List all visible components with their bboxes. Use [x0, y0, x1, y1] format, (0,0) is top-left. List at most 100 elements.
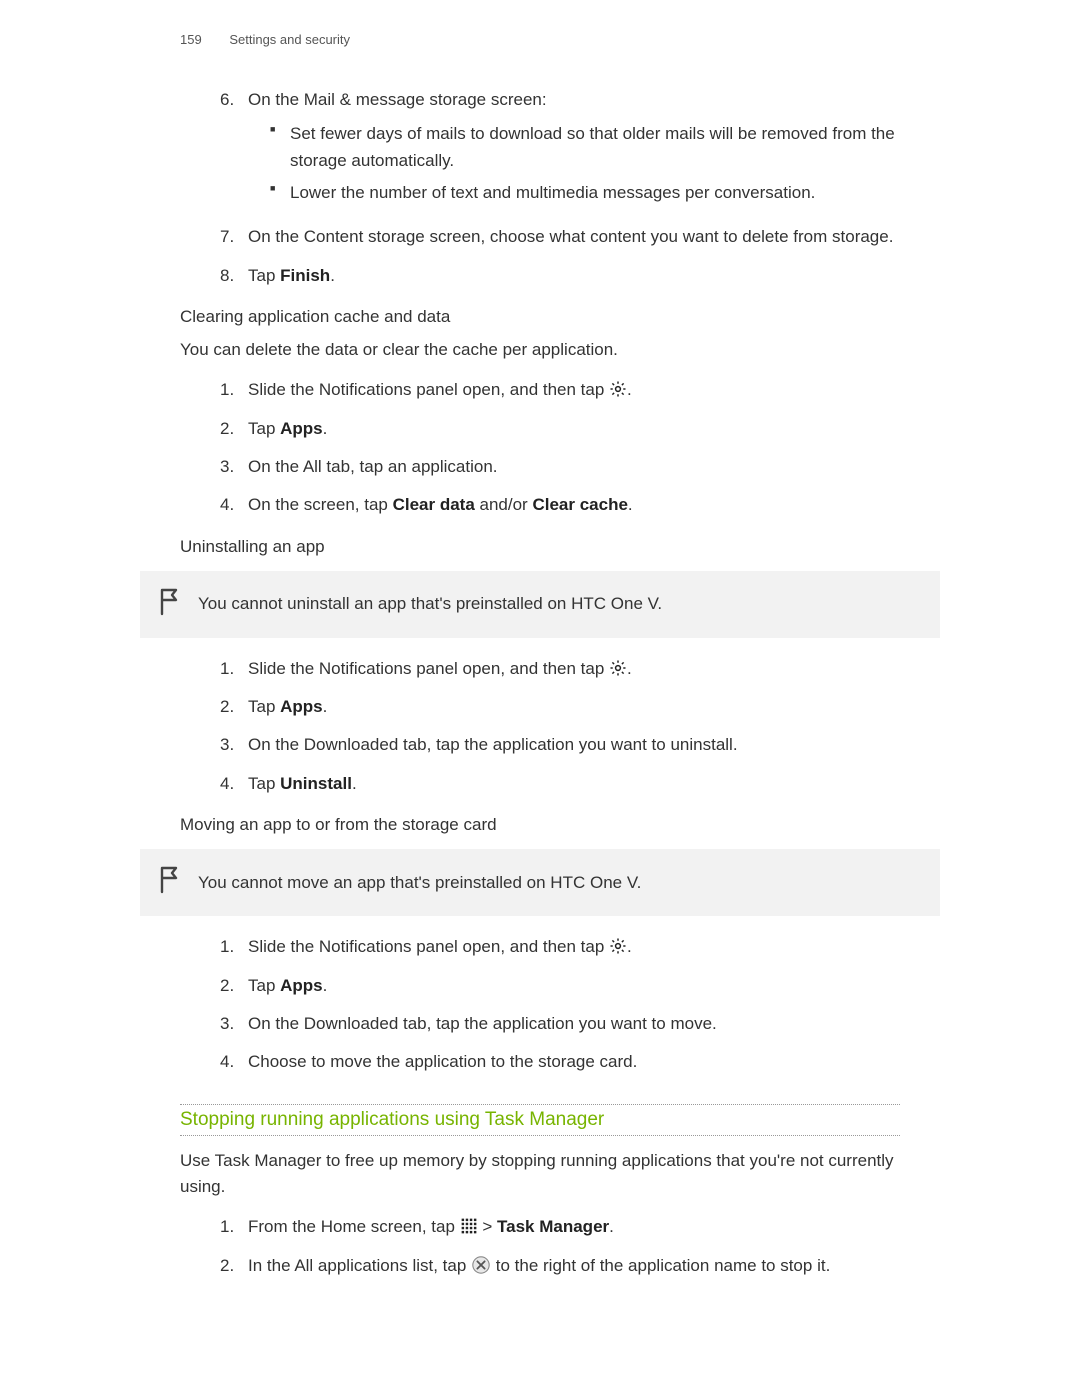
step-4: 4. Choose to move the application to the…	[220, 1049, 900, 1075]
step-1: 1. Slide the Notifications panel open, a…	[220, 656, 900, 682]
step-6-bullets: Set fewer days of mails to download so t…	[270, 121, 900, 206]
step-number: 6.	[220, 87, 248, 212]
step-number: 4.	[220, 1049, 248, 1075]
step-text-post: .	[352, 774, 357, 793]
step-2: 2. Tap Apps.	[220, 694, 900, 720]
subheading-clear-cache: Clearing application cache and data	[180, 307, 900, 327]
step-number: 7.	[220, 224, 248, 250]
step-text-post: .	[323, 419, 328, 438]
step-number: 2.	[220, 1253, 248, 1279]
steps-uninstall: 1. Slide the Notifications panel open, a…	[220, 656, 900, 797]
steps-list-top: 6. On the Mail & message storage screen:…	[220, 87, 900, 289]
flag-icon	[156, 587, 184, 622]
page-number: 159	[180, 32, 202, 47]
gear-icon	[609, 937, 627, 955]
step-text-pre: Tap	[248, 266, 280, 285]
step-text-post: .	[627, 937, 632, 956]
note-box: You cannot move an app that's preinstall…	[140, 849, 940, 916]
note-text: You cannot move an app that's preinstall…	[198, 873, 641, 893]
step-number: 3.	[220, 1011, 248, 1037]
step-text-post: to the right of the application name to …	[491, 1256, 830, 1275]
step-6: 6. On the Mail & message storage screen:…	[220, 87, 900, 212]
step-number: 2.	[220, 416, 248, 442]
header-section: Settings and security	[229, 32, 350, 47]
step-number: 8.	[220, 263, 248, 289]
subheading-uninstall: Uninstalling an app	[180, 537, 900, 557]
step-text-bold: Apps	[280, 976, 323, 995]
steps-clear-cache: 1. Slide the Notifications panel open, a…	[220, 377, 900, 518]
step-text-pre: Slide the Notifications panel open, and …	[248, 659, 609, 678]
section-heading-stopping: Stopping running applications using Task…	[180, 1109, 900, 1131]
step-3: 3. On the All tab, tap an application.	[220, 454, 900, 480]
step-text-bold: Clear data	[393, 495, 475, 514]
subheading-moving: Moving an app to or from the storage car…	[180, 815, 900, 835]
step-text-pre: Tap	[248, 697, 280, 716]
step-number: 3.	[220, 732, 248, 758]
step-text: On the All tab, tap an application.	[248, 454, 900, 480]
step-text-bold: Clear cache	[532, 495, 627, 514]
step-text-post: .	[323, 976, 328, 995]
step-2: 2. Tap Apps.	[220, 973, 900, 999]
step-text-post: .	[330, 266, 335, 285]
bullet-item: Lower the number of text and multimedia …	[270, 180, 900, 206]
document-page: 159 Settings and security 6. On the Mail…	[0, 0, 1080, 1397]
close-circle-icon	[471, 1255, 491, 1275]
step-3: 3. On the Downloaded tab, tap the applic…	[220, 732, 900, 758]
step-text: On the Downloaded tab, tap the applicati…	[248, 1011, 900, 1037]
paragraph: Use Task Manager to free up memory by st…	[180, 1148, 900, 1201]
step-1: 1. Slide the Notifications panel open, a…	[220, 934, 900, 960]
step-text: Choose to move the application to the st…	[248, 1049, 900, 1075]
step-text: On the Downloaded tab, tap the applicati…	[248, 732, 900, 758]
step-7: 7. On the Content storage screen, choose…	[220, 224, 900, 250]
step-text-pre: Tap	[248, 419, 280, 438]
step-text-post: .	[627, 380, 632, 399]
step-text-pre: Slide the Notifications panel open, and …	[248, 380, 609, 399]
step-text-pre: From the Home screen, tap	[248, 1217, 460, 1236]
step-text: On the Content storage screen, choose wh…	[248, 224, 900, 250]
step-1: 1. Slide the Notifications panel open, a…	[220, 377, 900, 403]
section-divider: Stopping running applications using Task…	[180, 1104, 900, 1136]
step-number: 2.	[220, 694, 248, 720]
paragraph: You can delete the data or clear the cac…	[180, 337, 900, 363]
bullet-item: Set fewer days of mails to download so t…	[270, 121, 900, 174]
gear-icon	[609, 659, 627, 677]
step-4: 4. Tap Uninstall.	[220, 771, 900, 797]
step-text-pre: In the All applications list, tap	[248, 1256, 471, 1275]
step-8: 8. Tap Finish.	[220, 263, 900, 289]
step-text-bold: Task Manager	[497, 1217, 609, 1236]
step-text: On the Mail & message storage screen:	[248, 90, 547, 109]
step-1: 1. From the Home screen, tap > Task Mana…	[220, 1214, 900, 1240]
step-3: 3. On the Downloaded tab, tap the applic…	[220, 1011, 900, 1037]
step-text-pre: On the screen, tap	[248, 495, 393, 514]
step-text-post: .	[609, 1217, 614, 1236]
step-text-mid: >	[478, 1217, 497, 1236]
page-header: 159 Settings and security	[180, 32, 900, 47]
step-text-pre: Tap	[248, 976, 280, 995]
step-number: 1.	[220, 1214, 248, 1240]
steps-moving: 1. Slide the Notifications panel open, a…	[220, 934, 900, 1075]
step-text-bold: Apps	[280, 419, 323, 438]
gear-icon	[609, 380, 627, 398]
step-2: 2. In the All applications list, tap to …	[220, 1253, 900, 1279]
note-text: You cannot uninstall an app that's prein…	[198, 594, 662, 614]
step-number: 3.	[220, 454, 248, 480]
step-text-pre: Tap	[248, 774, 280, 793]
step-text-bold: Finish	[280, 266, 330, 285]
note-box: You cannot uninstall an app that's prein…	[140, 571, 940, 638]
step-number: 4.	[220, 492, 248, 518]
step-text-bold: Apps	[280, 697, 323, 716]
flag-icon	[156, 865, 184, 900]
steps-stopping: 1. From the Home screen, tap > Task Mana…	[220, 1214, 900, 1279]
apps-grid-icon	[460, 1217, 478, 1235]
step-number: 1.	[220, 377, 248, 403]
step-text-bold: Uninstall	[280, 774, 352, 793]
step-4: 4. On the screen, tap Clear data and/or …	[220, 492, 900, 518]
step-number: 2.	[220, 973, 248, 999]
step-text-pre: Slide the Notifications panel open, and …	[248, 937, 609, 956]
step-number: 1.	[220, 656, 248, 682]
step-number: 1.	[220, 934, 248, 960]
step-text-post: .	[628, 495, 633, 514]
step-text-mid: and/or	[475, 495, 533, 514]
step-2: 2. Tap Apps.	[220, 416, 900, 442]
step-text-post: .	[627, 659, 632, 678]
